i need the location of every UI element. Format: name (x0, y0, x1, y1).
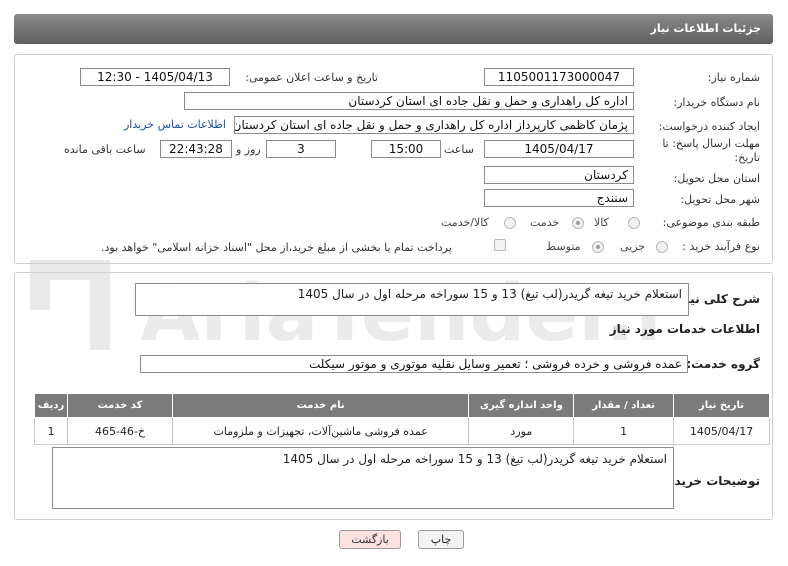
cell-service-name: عمده فروشی ماشین‌آلات، تجهیزات و ملزومات (171, 417, 470, 445)
cell-need-date: 1405/04/17 (673, 417, 770, 445)
buyer-org-field: اداره کل راهداری و حمل و نقل جاده ای است… (184, 92, 634, 110)
summary-text: استعلام خرید تیغه گریدر(لب تیغ) 13 و 15 … (297, 287, 682, 301)
col-unit: واحد اندازه گیری (468, 393, 575, 418)
page-title: جزئیات اطلاعات نیاز (650, 22, 762, 35)
category-radio-service[interactable] (572, 217, 584, 229)
page-header: جزئیات اطلاعات نیاز (14, 14, 773, 44)
table-row: 1405/04/17 1 مورد عمده فروشی ماشین‌آلات،… (33, 417, 770, 445)
process-option-minor: جزیی (620, 240, 646, 253)
remaining-time-field: 22:43:28 (160, 140, 232, 158)
cell-row-number: 1 (33, 417, 69, 445)
deadline-label-date: تاریخ: (734, 151, 760, 164)
summary-textarea[interactable]: استعلام خرید تیغه گریدر(لب تیغ) 13 و 15 … (135, 283, 689, 316)
creator-field: پژمان کاظمی کارپرداز اداره کل راهداری و … (234, 116, 634, 134)
category-label: طبقه بندی موضوعی: (662, 216, 760, 229)
need-number-field: 1105001173000047 (484, 68, 634, 86)
need-number-label: شماره نیاز: (707, 71, 760, 84)
cell-quantity: 1 (573, 417, 675, 445)
process-option-medium: متوسط (546, 240, 581, 253)
deadline-date-field: 1405/04/17 (484, 140, 634, 158)
buyer-notes-textarea[interactable]: استعلام خرید تیغه گریدر(لب تیغ) 13 و 15 … (52, 447, 674, 509)
city-label: شهر محل تحویل: (680, 193, 760, 206)
creator-label: ایجاد کننده درخواست: (658, 120, 760, 133)
col-quantity: تعداد / مقدار (573, 393, 675, 418)
buyer-org-label: نام دستگاه خریدار: (673, 96, 760, 109)
services-section-title: اطلاعات خدمات مورد نیاز (609, 322, 760, 336)
deadline-label: مهلت ارسال پاسخ: تا (662, 137, 760, 150)
services-table: تاریخ نیاز تعداد / مقدار واحد اندازه گیر… (33, 393, 770, 445)
deadline-time-label: ساعت (444, 143, 474, 156)
col-service-name: نام خدمت (171, 393, 470, 418)
service-group-field: عمده فروشی و خرده فروشی ؛ تعمیر وسایل نق… (140, 355, 688, 373)
announce-datetime-label: تاریخ و ساعت اعلان عمومی: (245, 71, 378, 84)
category-option-goods-service: کالا/خدمت (441, 216, 489, 229)
back-button[interactable]: بازگشت (339, 530, 401, 549)
col-service-code: کد خدمت (67, 393, 173, 418)
province-field: کردستان (484, 166, 634, 184)
category-radio-goods-service[interactable] (504, 217, 516, 229)
process-radio-medium[interactable] (592, 241, 604, 253)
buyer-contact-link[interactable]: اطلاعات تماس خریدار (124, 118, 226, 131)
category-option-goods: کالا (594, 216, 609, 229)
cell-service-code: خ-46-465 (67, 417, 173, 445)
print-button[interactable]: چاپ (418, 530, 464, 549)
category-option-service: خدمت (530, 216, 560, 229)
deadline-time-field: 15:00 (371, 140, 441, 158)
category-radio-goods[interactable] (628, 217, 640, 229)
treasury-payment-note: پرداخت تمام یا بخشی از مبلغ خرید،از محل … (101, 241, 452, 254)
remaining-days-label: روز و (236, 143, 261, 156)
table-header-row: تاریخ نیاز تعداد / مقدار واحد اندازه گیر… (33, 393, 770, 418)
process-radio-minor[interactable] (656, 241, 668, 253)
col-need-date: تاریخ نیاز (673, 393, 770, 418)
col-row-number: ردیف (33, 393, 69, 418)
service-group-label: گروه خدمت: (686, 357, 760, 371)
process-label: نوع فرآیند خرید : (682, 240, 760, 253)
treasury-payment-checkbox[interactable] (494, 239, 506, 251)
announce-datetime-field: 1405/04/13 - 12:30 (80, 68, 230, 86)
cell-unit: مورد (468, 417, 575, 445)
buyer-notes-text: استعلام خرید تیغه گریدر(لب تیغ) 13 و 15 … (282, 452, 667, 466)
remaining-days-field: 3 (266, 140, 336, 158)
remaining-time-label: ساعت باقی مانده (64, 143, 146, 156)
province-label: استان محل تحویل: (673, 172, 760, 185)
city-field: سنندج (484, 189, 634, 207)
